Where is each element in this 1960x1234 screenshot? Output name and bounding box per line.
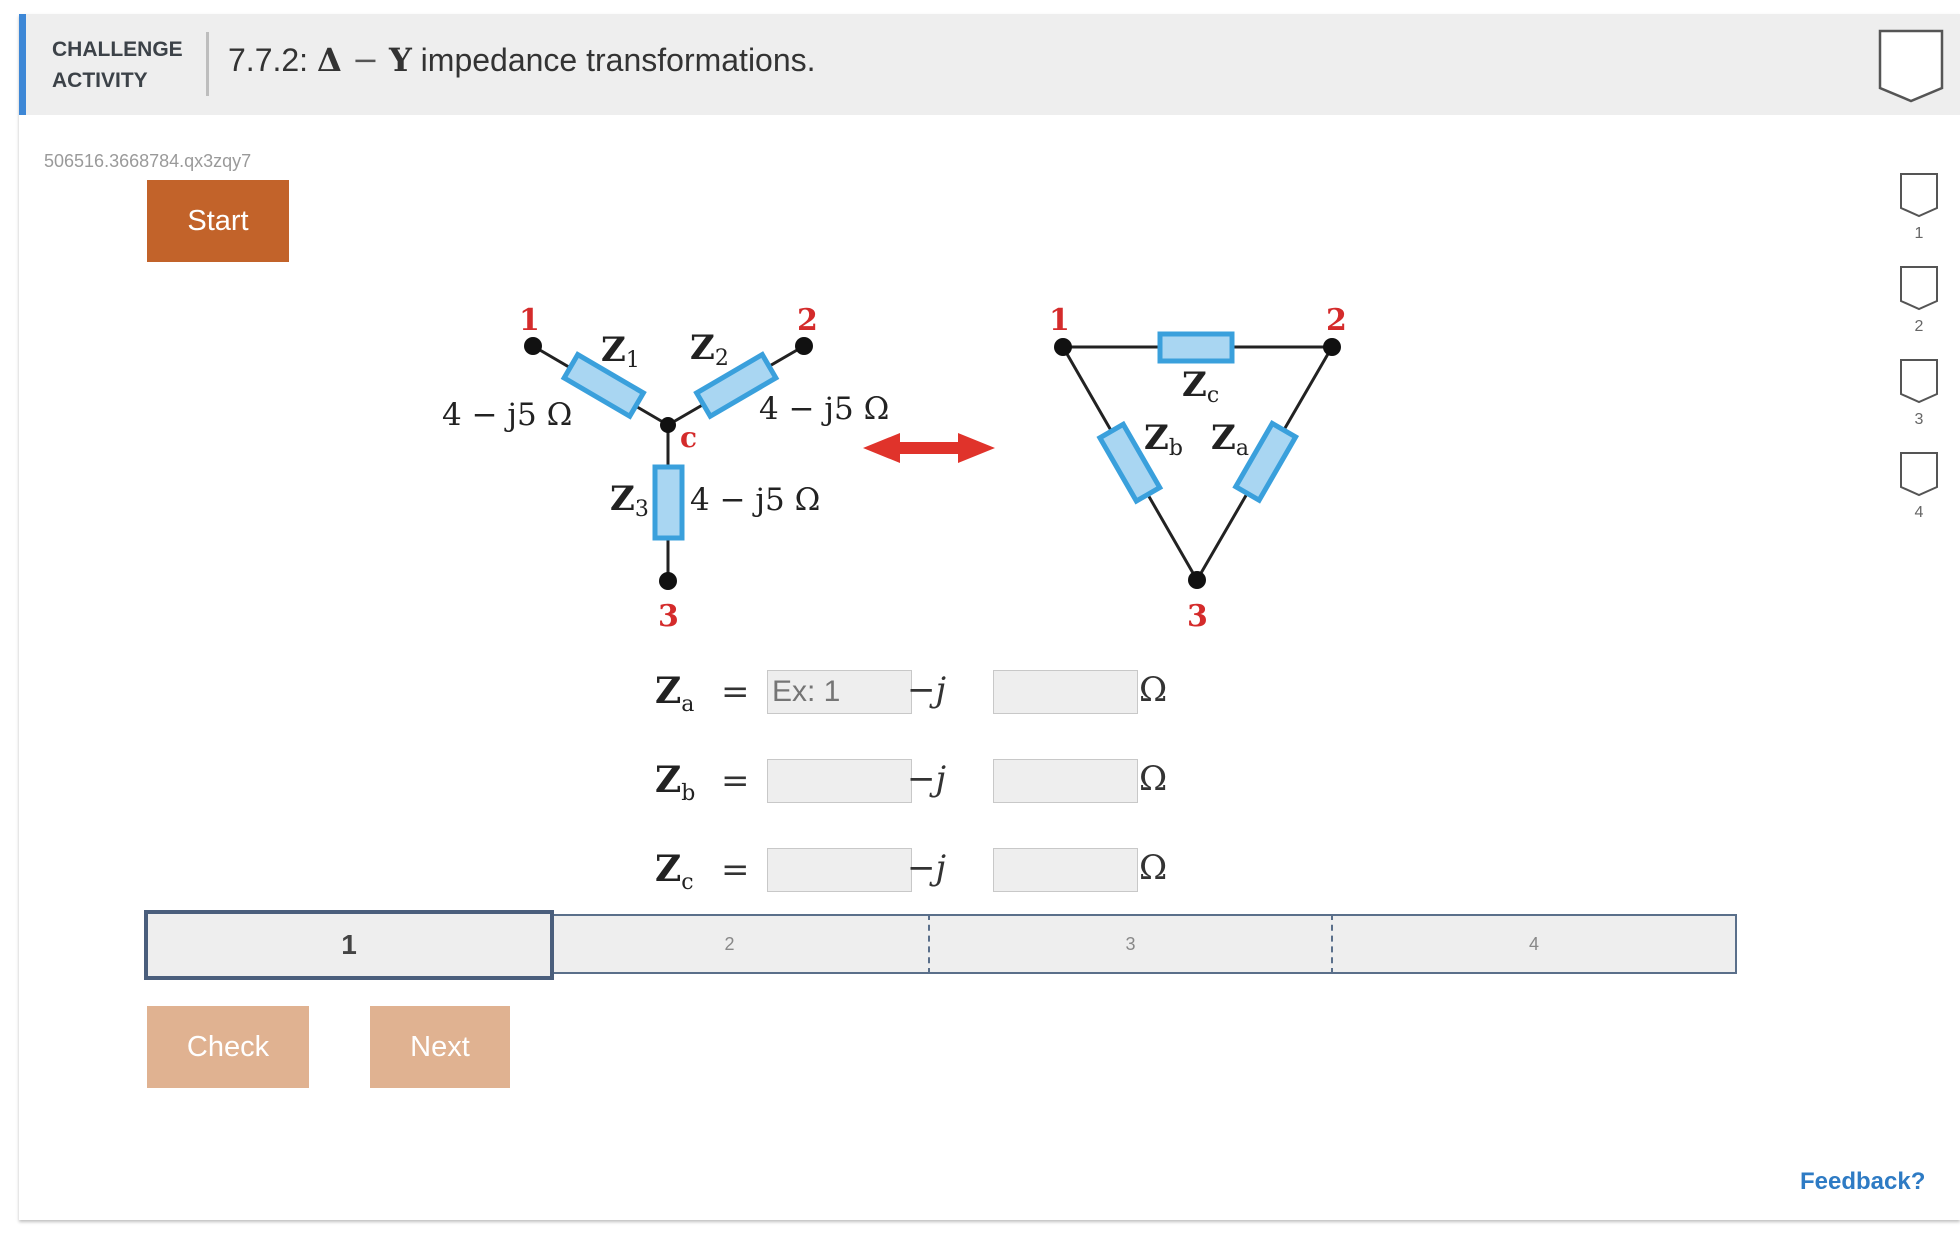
level-shield-icon xyxy=(1900,452,1938,497)
progress-segment-4[interactable]: 4 xyxy=(1333,914,1737,974)
level-badge-4[interactable]: 4 xyxy=(1889,451,1949,522)
zc-unit: Ω xyxy=(1139,848,1168,888)
level-progress-bar: 2 3 4 1 xyxy=(125,906,1737,980)
activity-label-line2: ACTIVITY xyxy=(52,69,148,92)
level-badge-2[interactable]: 2 xyxy=(1889,265,1949,336)
zc-minus-j: −j xyxy=(907,848,947,888)
zc-imag-input[interactable] xyxy=(993,848,1138,892)
za-unit: Ω xyxy=(1139,670,1168,710)
zc-equals: = xyxy=(721,850,750,890)
za-real-input[interactable] xyxy=(767,670,912,714)
activity-type-label: CHALLENGE ACTIVITY xyxy=(52,34,183,96)
completion-badge-icon xyxy=(1878,29,1944,103)
activity-header: CHALLENGE ACTIVITY 7.7.2: Δ − Y impedanc… xyxy=(19,14,1960,115)
zb-imag-input[interactable] xyxy=(993,759,1138,803)
next-button[interactable]: Next xyxy=(370,1006,510,1088)
za-var-letter: Z xyxy=(655,670,682,712)
progress-segment-1[interactable]: 1 xyxy=(144,910,554,980)
zb-unit: Ω xyxy=(1139,759,1168,799)
za-variable: Za xyxy=(655,670,694,717)
za-imag-input[interactable] xyxy=(993,670,1138,714)
level-number: 1 xyxy=(1914,225,1924,242)
title-dash: − xyxy=(341,41,389,79)
activity-title: 7.7.2: Δ − Y impedance transformations. xyxy=(228,41,816,79)
level-shield-icon xyxy=(1900,173,1938,218)
zb-equals: = xyxy=(721,761,750,801)
zc-variable: Zc xyxy=(655,848,694,895)
zb-var-letter: Z xyxy=(655,759,682,801)
level-shield-icon xyxy=(1900,359,1938,404)
level-number: 4 xyxy=(1914,504,1924,521)
zc-var-sub: c xyxy=(681,870,694,896)
zc-var-letter: Z xyxy=(655,848,682,890)
level-number: 3 xyxy=(1914,411,1924,428)
activity-card: CHALLENGE ACTIVITY 7.7.2: Δ − Y impedanc… xyxy=(19,14,1960,1220)
zb-real-input[interactable] xyxy=(767,759,912,803)
zb-var-sub: b xyxy=(681,781,696,807)
activity-label-line1: CHALLENGE xyxy=(52,38,183,61)
title-y: Y xyxy=(388,41,412,79)
level-shield-icon xyxy=(1900,266,1938,311)
level-badge-3[interactable]: 3 xyxy=(1889,358,1949,429)
zb-minus-j: −j xyxy=(907,759,947,799)
title-delta: Δ xyxy=(316,41,342,79)
feedback-link[interactable]: Feedback? xyxy=(1800,1168,1925,1196)
title-prefix: 7.7.2: xyxy=(228,42,317,78)
level-badge-1[interactable]: 1 xyxy=(1889,172,1949,243)
activity-code: 506516.3668784.qx3zqy7 xyxy=(44,151,252,171)
za-equals: = xyxy=(721,672,750,712)
progress-segment-3[interactable]: 3 xyxy=(930,914,1333,974)
check-button[interactable]: Check xyxy=(147,1006,309,1088)
title-suffix: impedance transformations. xyxy=(411,42,816,78)
zc-real-input[interactable] xyxy=(767,848,912,892)
level-number: 2 xyxy=(1914,318,1924,335)
header-divider xyxy=(206,32,209,96)
start-button[interactable]: Start xyxy=(147,180,289,262)
zb-variable: Zb xyxy=(655,759,695,806)
za-var-sub: a xyxy=(681,692,695,718)
progress-segment-2[interactable]: 2 xyxy=(531,914,930,974)
za-minus-j: −j xyxy=(907,670,947,710)
